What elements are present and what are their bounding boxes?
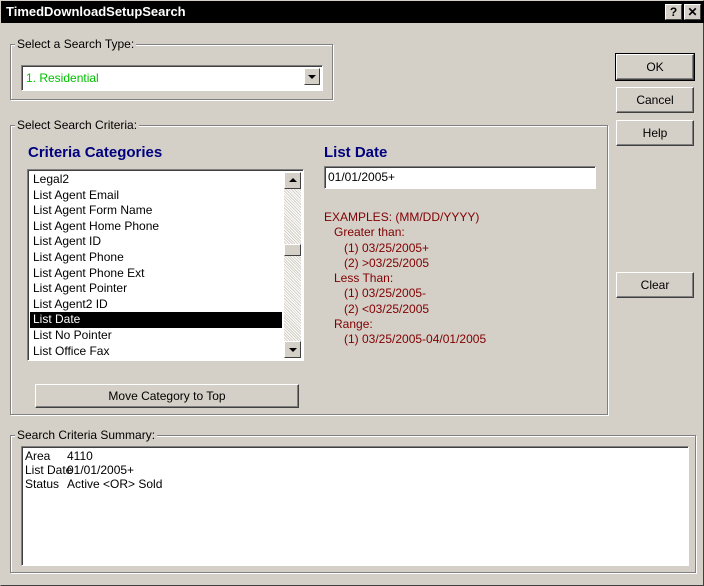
search-type-combo[interactable]: 1. Residential bbox=[21, 65, 323, 91]
example-line: (1) 03/25/2005-04/01/2005 bbox=[344, 332, 487, 347]
cancel-button[interactable]: Cancel bbox=[616, 87, 694, 113]
search-criteria-label: Select Search Criteria: bbox=[15, 118, 140, 132]
summary-label: Search Criteria Summary: bbox=[15, 428, 158, 442]
list-item[interactable]: List Agent Form Name bbox=[30, 203, 282, 219]
dialog-window: TimedDownloadSetupSearch ? ✕ Select a Se… bbox=[0, 0, 704, 586]
summary-value: 4110 bbox=[67, 449, 93, 463]
search-type-label: Select a Search Type: bbox=[15, 37, 137, 51]
title-bar: TimedDownloadSetupSearch ? ✕ bbox=[1, 1, 704, 23]
list-item[interactable]: List Agent2 ID bbox=[30, 297, 282, 313]
list-item[interactable]: List Office Fax bbox=[30, 344, 282, 360]
close-icon[interactable]: ✕ bbox=[684, 4, 701, 20]
field-heading: List Date bbox=[324, 144, 388, 161]
list-item[interactable]: List Agent Phone Ext bbox=[30, 266, 282, 282]
chevron-up-icon bbox=[288, 178, 297, 182]
summary-value: Active <OR> Sold bbox=[67, 477, 163, 491]
list-item[interactable]: List Agent Email bbox=[30, 188, 282, 204]
search-type-value: 1. Residential bbox=[26, 71, 99, 85]
example-line: (1) 03/25/2005- bbox=[344, 286, 427, 301]
list-item[interactable]: List Agent Phone bbox=[30, 250, 282, 266]
list-item[interactable]: List Date bbox=[30, 312, 282, 328]
summary-row: Area 4110 bbox=[25, 449, 162, 463]
summary-field: List Date bbox=[25, 463, 73, 477]
list-scrollbar[interactable] bbox=[284, 172, 301, 358]
list-date-input[interactable]: 01/01/2005+ bbox=[324, 166, 596, 189]
summary-field: Area bbox=[25, 449, 51, 463]
move-category-to-top-button[interactable]: Move Category to Top bbox=[35, 384, 299, 408]
date-examples: EXAMPLES: (MM/DD/YYYY) Greater than: (1) 0… bbox=[324, 210, 486, 348]
scroll-up-button[interactable] bbox=[284, 172, 301, 189]
chevron-down-icon bbox=[308, 75, 316, 79]
search-criteria-summary-group: Search Criteria Summary: Area 4110 List Da… bbox=[10, 428, 696, 573]
search-criteria-group: Select Search Criteria: Criteria Categor… bbox=[10, 118, 608, 415]
example-line: Range: bbox=[334, 317, 373, 332]
example-line: (2) >03/25/2005 bbox=[344, 255, 430, 270]
clear-button[interactable]: Clear bbox=[616, 272, 694, 298]
help-button[interactable]: Help bbox=[616, 120, 694, 146]
example-line: (1) 03/25/2005+ bbox=[344, 240, 430, 255]
ok-button[interactable]: OK bbox=[615, 53, 695, 81]
summary-row: List Date01/01/2005+ bbox=[25, 463, 162, 477]
list-item[interactable]: List Agent ID bbox=[30, 234, 282, 250]
help-icon[interactable]: ? bbox=[665, 4, 682, 20]
criteria-category-listbox[interactable]: Legal2 List Agent Email List Agent Form Na… bbox=[27, 169, 304, 361]
example-line: Greater than: bbox=[334, 225, 405, 240]
summary-field: Status bbox=[25, 477, 60, 491]
scroll-down-button[interactable] bbox=[284, 341, 301, 358]
category-list: Legal2 List Agent Email List Agent Form Na… bbox=[30, 172, 282, 359]
criteria-categories-heading: Criteria Categories bbox=[28, 144, 163, 161]
list-item[interactable]: List Agent Pointer bbox=[30, 281, 282, 297]
list-item[interactable]: Legal2 bbox=[30, 172, 282, 188]
example-line: (2) <03/25/2005 bbox=[344, 301, 430, 316]
list-item[interactable]: List Agent Home Phone bbox=[30, 219, 282, 235]
list-date-value: 01/01/2005+ bbox=[328, 170, 396, 184]
summary-box: Area 4110 List Date01/01/2005+ Status Active… bbox=[21, 446, 689, 566]
summary-rows: Area 4110 List Date01/01/2005+ Status Active… bbox=[25, 449, 162, 491]
window-title: TimedDownloadSetupSearch bbox=[6, 4, 186, 19]
example-line: EXAMPLES: (MM/DD/YYYY) bbox=[324, 210, 480, 224]
chevron-down-icon bbox=[288, 348, 297, 352]
summary-value: 01/01/2005+ bbox=[67, 463, 135, 477]
search-type-group: Select a Search Type: 1. Residential bbox=[10, 37, 333, 100]
scroll-thumb[interactable] bbox=[284, 244, 301, 256]
summary-row: Status Active <OR> Sold bbox=[25, 477, 162, 491]
example-line: Less Than: bbox=[334, 271, 394, 286]
list-item[interactable]: List No Pointer bbox=[30, 328, 282, 344]
combo-dropdown-button[interactable] bbox=[304, 68, 320, 85]
